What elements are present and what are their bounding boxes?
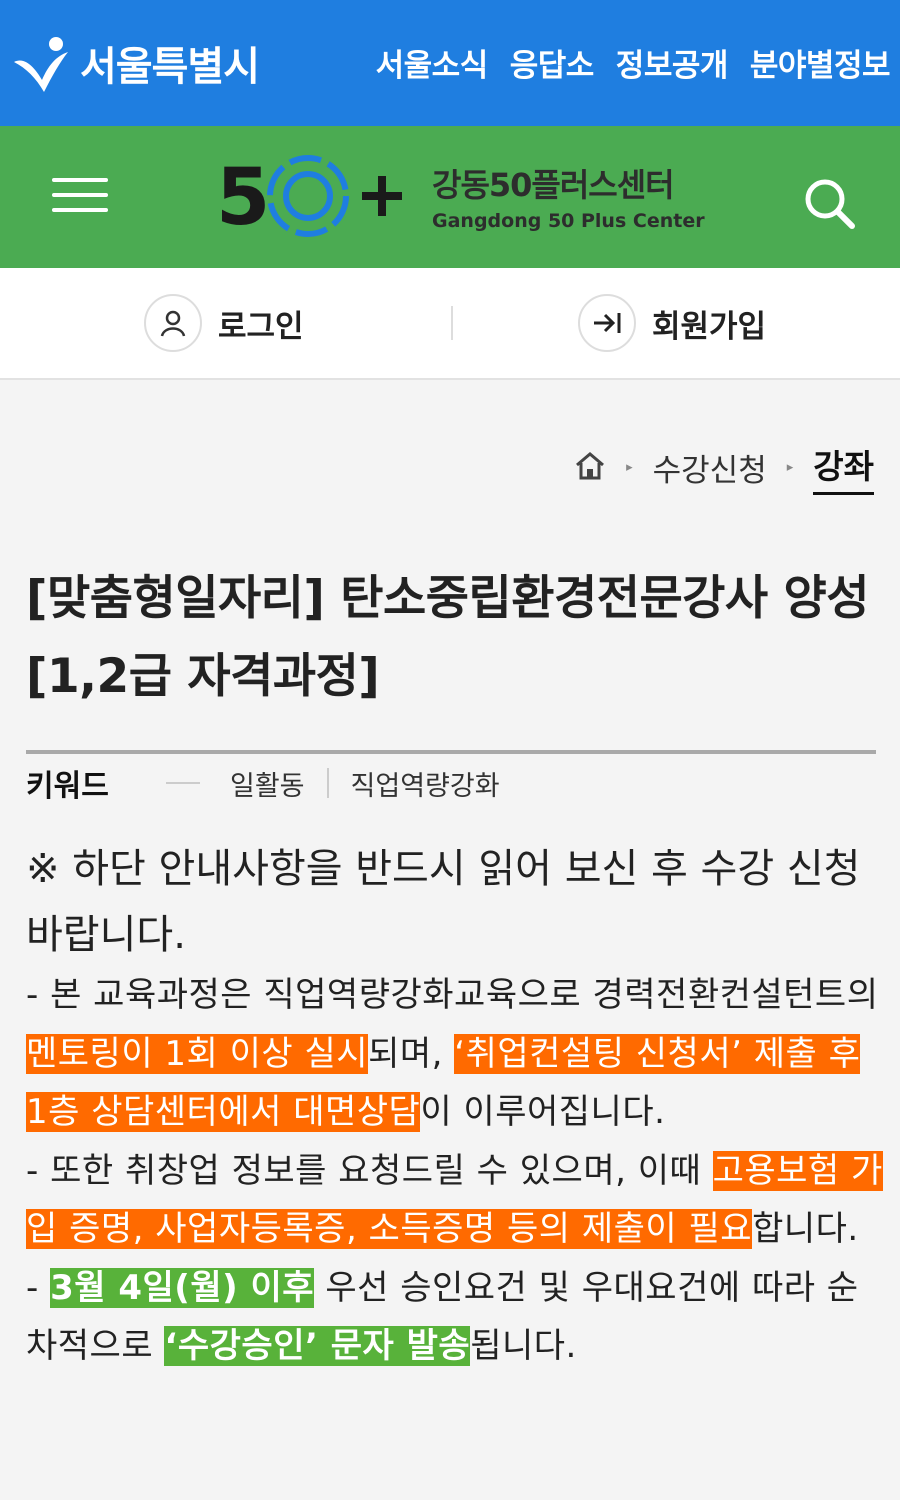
auth-bar: 로그인 회원가입	[0, 268, 900, 380]
nav-field-info[interactable]: 분야별정보	[750, 40, 891, 85]
center-name-en: Gangdong 50 Plus Center	[432, 210, 705, 232]
highlight-date: 3월 4일(월) 이후	[50, 1267, 315, 1308]
text-segment: 되며,	[368, 1033, 455, 1074]
center-brand-logo[interactable]: 5 강동50플러스센터 Gangdong 50 Plus Center	[216, 148, 705, 244]
notice-heading: ※ 하단 안내사항을 반드시 읽어 보신 후 수강 신청 바랍니다.	[26, 846, 861, 958]
text-segment: 됩니다.	[470, 1326, 577, 1366]
text-segment: -	[26, 1267, 51, 1308]
auth-divider	[451, 306, 453, 340]
notice-paragraph-mentoring: - 본 교육과정은 직업역량강화교육으로 경력전환컨설턴트의 멘토링이 1회 이…	[26, 966, 888, 1142]
text-segment: 합니다.	[752, 1209, 859, 1249]
top-navigation: 서울소식 응답소 정보공개 분야별정보	[376, 40, 891, 85]
text-segment: - 또한 취창업 정보를 요청드릴 수 있으며, 이때	[26, 1150, 713, 1191]
highlight-approval-sms: ‘수강승인’ 문자 발송	[164, 1326, 471, 1366]
nav-info-disclosure[interactable]: 정보공개	[616, 40, 729, 85]
breadcrumb: ▸ 수강신청 ▸ 강좌	[574, 440, 874, 495]
keyword-tag[interactable]: 일활동	[230, 764, 305, 803]
text-segment: - 본 교육과정은 직업역량강화교육으로 경력전환컨설턴트의	[26, 975, 879, 1015]
fifty-plus-logo-icon: 5	[216, 153, 402, 243]
breadcrumb-current-lecture[interactable]: 강좌	[813, 440, 874, 495]
keyword-tag[interactable]: 직업역량강화	[351, 764, 500, 803]
keyword-row: 키워드 일활동 직업역량강화	[26, 750, 876, 812]
page-title: [맞춤형일자리] 탄소중립환경전문강사 양성 [1,2급 자격과정]	[26, 571, 870, 704]
nav-seoul-news[interactable]: 서울소식	[376, 40, 489, 85]
svg-text:5: 5	[216, 153, 270, 243]
breadcrumb-course-registration[interactable]: 수강신청	[653, 445, 767, 490]
home-icon[interactable]	[574, 451, 606, 485]
keyword-label: 키워드	[26, 769, 109, 804]
signup-button[interactable]: 회원가입	[578, 294, 766, 352]
signup-label: 회원가입	[652, 308, 767, 345]
notice-paragraph-approval: - 3월 4일(월) 이후 우선 승인요건 및 우대요건에 따라 순차적으로 ‘…	[26, 1259, 888, 1376]
highlight-mentoring: 멘토링이 1회 이상 실시	[26, 1033, 369, 1074]
user-icon	[144, 294, 202, 352]
seoul-logo-text: 서울특별시	[80, 44, 260, 90]
breadcrumb-separator-icon: ▸	[626, 460, 633, 475]
notice-body: - 본 교육과정은 직업역량강화교육으로 경력전환컨설턴트의 멘토링이 1회 이…	[26, 966, 888, 1376]
center-name-ko: 강동50플러스센터	[432, 166, 675, 204]
login-button[interactable]: 로그인	[144, 294, 304, 352]
seoul-top-bar: 서울특별시 서울소식 응답소 정보공개 분야별정보	[0, 0, 900, 126]
nav-eungdapso[interactable]: 응답소	[510, 40, 595, 85]
keyword-separator	[326, 768, 329, 798]
text-segment: 이 이루어집니다.	[420, 1092, 666, 1132]
breadcrumb-separator-icon: ▸	[786, 460, 794, 475]
notice-paragraph-documents: - 또한 취창업 정보를 요청드릴 수 있으며, 이때 고용보험 가입 증명, …	[26, 1142, 888, 1259]
menu-icon[interactable]	[52, 178, 108, 214]
seoul-logo[interactable]: 서울특별시	[10, 28, 260, 98]
seoul-logo-icon	[14, 37, 68, 92]
keyword-dash	[166, 782, 200, 784]
login-label: 로그인	[218, 308, 304, 345]
signin-arrow-icon	[578, 294, 636, 352]
center-header-bar: 5 강동50플러스센터 Gangdong 50 Plus Center	[0, 126, 900, 268]
search-icon[interactable]	[800, 174, 860, 234]
